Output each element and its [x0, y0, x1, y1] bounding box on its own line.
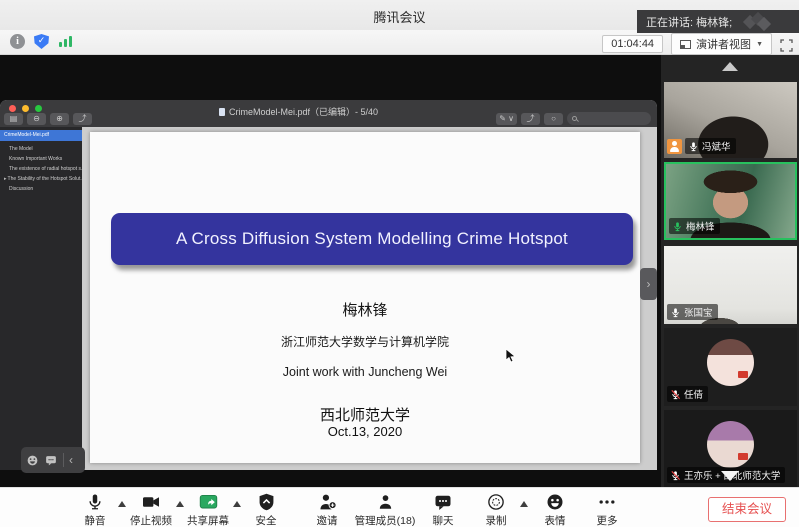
network-quality-icon[interactable] — [58, 35, 74, 48]
manage-members-button[interactable]: 管理成员(18) — [353, 492, 417, 527]
meeting-security-icon[interactable] — [34, 34, 49, 49]
security-button[interactable]: 安全 — [234, 492, 298, 527]
layout-icon — [680, 40, 691, 49]
export-button[interactable]: ⤴ — [521, 113, 540, 125]
pdf-toc-sidebar: CrimeModel-Mei.pdf The Model Known Impor… — [0, 127, 82, 470]
close-icon — [9, 105, 16, 112]
mic-muted-icon — [670, 470, 681, 481]
slide-venue: 西北师范大学 — [90, 404, 640, 425]
search-icon — [572, 116, 577, 121]
meeting-duration: 01:04:44 — [602, 35, 663, 53]
camera-icon — [119, 492, 183, 512]
security-shield-icon — [234, 492, 298, 512]
document-icon — [219, 108, 225, 116]
pdf-titlebar: ▤ ⊖ ⊕ ⤴ CrimeModel-Mei.pdf（已编辑）- 5/40 ✎ … — [0, 100, 657, 127]
more-button[interactable]: 更多 — [575, 492, 639, 527]
presentation-slide: A Cross Diffusion System Modelling Crime… — [90, 132, 640, 463]
mic-muted-icon — [670, 389, 681, 400]
chevron-down-icon: ▼ — [756, 41, 763, 48]
toc-item-discussion[interactable]: Discussion — [0, 184, 82, 195]
avatar — [707, 421, 754, 468]
participant-rail: 冯斌华 梅林锋 张国宝 — [661, 55, 799, 487]
collapse-pill-icon[interactable]: ‹ — [69, 447, 73, 473]
next-page-button[interactable]: › — [640, 268, 657, 300]
mic-on-icon — [670, 307, 681, 318]
zoom-icon — [35, 105, 42, 112]
share-screen-icon — [176, 492, 240, 512]
scroll-down-arrow[interactable] — [721, 471, 739, 481]
meeting-logo-icon — [743, 14, 773, 30]
slide-author: 梅林锋 — [90, 299, 640, 320]
slide-date: Oct.13, 2020 — [90, 424, 640, 439]
slide-title: A Cross Diffusion System Modelling Crime… — [176, 229, 568, 249]
participant-name: 张国宝 — [684, 305, 713, 319]
shared-screen-area: ▤ ⊖ ⊕ ⤴ CrimeModel-Mei.pdf（已编辑）- 5/40 ✎ … — [0, 55, 661, 487]
invite-button[interactable]: 邀请 — [295, 492, 359, 527]
slide-affiliation: 浙江师范大学数学与计算机学院 — [90, 333, 640, 350]
flag-badge — [738, 453, 748, 460]
record-button[interactable]: 录制 — [464, 492, 528, 527]
now-speaking-banner: 正在讲话: 梅林锋; — [637, 10, 799, 33]
video-tile-zhangguobao[interactable]: 张国宝 — [664, 246, 797, 324]
mute-button[interactable]: 静音 — [63, 492, 127, 527]
participant-name: 梅林锋 — [686, 219, 715, 233]
view-mode-selector[interactable]: 演讲者视图 ▼ — [671, 33, 772, 55]
share-document-button[interactable]: ⤴ — [73, 113, 92, 125]
video-tile-fengbinhua[interactable]: 冯斌华 — [664, 82, 797, 158]
mic-on-icon — [688, 141, 699, 152]
flag-badge — [738, 371, 748, 378]
meeting-statusbar: i 01:04:44 演讲者视图 ▼ — [0, 30, 799, 55]
toc-item-document[interactable]: CrimeModel-Mei.pdf — [0, 130, 82, 141]
scroll-up-arrow[interactable] — [722, 62, 738, 71]
mouse-cursor — [505, 348, 516, 363]
meeting-control-bar: 静音 停止视频 共享屏幕 安全 邀请 — [0, 487, 799, 527]
rotate-button[interactable]: ○ — [544, 113, 563, 125]
now-speaking-text: 正在讲话: 梅林锋; — [637, 14, 732, 30]
minimize-icon — [22, 105, 29, 112]
fullscreen-toggle-icon[interactable] — [780, 37, 793, 52]
traffic-light-buttons[interactable] — [9, 105, 42, 112]
pdf-search-field[interactable] — [567, 112, 651, 125]
pdf-search-input[interactable] — [580, 114, 640, 124]
participant-name: 任倩 — [684, 387, 703, 401]
markup-button[interactable]: ✎ ∨ — [496, 113, 517, 125]
mic-speaking-icon — [672, 221, 683, 232]
invite-person-icon — [295, 492, 359, 512]
caption-chat-icon[interactable] — [44, 454, 58, 467]
reaction-pill: ‹ — [21, 447, 85, 473]
member-person-icon — [353, 492, 417, 512]
pdf-document-title: CrimeModel-Mei.pdf（已编辑）- 5/40 — [120, 105, 477, 118]
disclosure-triangle-icon[interactable]: ▸ — [4, 176, 7, 182]
emoji-reaction-icon[interactable] — [26, 454, 39, 467]
sidebar-toggle-button[interactable]: ▤ — [4, 113, 23, 125]
participant-name: 冯斌华 — [702, 139, 731, 153]
share-screen-button[interactable]: 共享屏幕 — [176, 492, 240, 527]
zoom-out-button[interactable]: ⊖ — [27, 113, 46, 125]
stop-video-button[interactable]: 停止视频 — [119, 492, 183, 527]
slide-joint-work: Joint work with Juncheng Wei — [90, 365, 640, 379]
meeting-info-icon[interactable]: i — [10, 34, 25, 49]
host-badge-icon — [667, 139, 682, 154]
video-tile-renqian[interactable]: 任倩 — [664, 328, 797, 406]
record-circle-icon — [464, 492, 528, 512]
zoom-in-button[interactable]: ⊕ — [50, 113, 69, 125]
tencent-meeting-window: 腾讯会议 正在讲话: 梅林锋; i 01:04:44 演讲者视图 ▼ — [0, 0, 799, 527]
avatar — [707, 339, 754, 386]
pdf-content-area: A Cross Diffusion System Modelling Crime… — [82, 127, 657, 470]
pill-divider — [63, 453, 64, 467]
end-meeting-button[interactable]: 结束会议 — [708, 497, 786, 522]
view-mode-label: 演讲者视图 — [696, 36, 751, 52]
pdf-viewer-window: ▤ ⊖ ⊕ ⤴ CrimeModel-Mei.pdf（已编辑）- 5/40 ✎ … — [0, 100, 657, 470]
more-dots-icon — [575, 492, 639, 512]
video-tile-meilinfeng-active-speaker[interactable]: 梅林锋 — [664, 162, 797, 240]
slide-title-banner: A Cross Diffusion System Modelling Crime… — [111, 213, 633, 265]
